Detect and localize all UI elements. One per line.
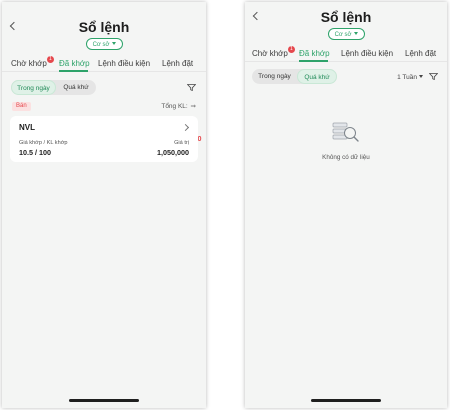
empty-data-icon bbox=[332, 122, 359, 142]
filter-today[interactable]: Trong ngày bbox=[11, 80, 56, 95]
tab-conditional[interactable]: Lệnh điều kiện bbox=[341, 49, 393, 58]
tab-placed[interactable]: Lệnh đặt bbox=[162, 59, 193, 68]
chevron-down-icon bbox=[354, 32, 359, 35]
active-tab-indicator bbox=[299, 60, 328, 62]
filter-past[interactable]: Quá khứ bbox=[56, 80, 96, 95]
market-label: Cơ sở bbox=[334, 32, 352, 38]
order-card[interactable]: NVL Giá khớp / KL khớp Giá trị 10.5 / 10… bbox=[10, 116, 198, 162]
tab-label: Đã khớp bbox=[299, 49, 330, 58]
count-badge: 1 bbox=[287, 46, 295, 53]
order-book-screen-today: Sổ lệnh Cơ sở Chờ khớp 1 Đã khớp Lệnh đi… bbox=[2, 2, 206, 408]
period-toggle: Trong ngày Quá khứ bbox=[11, 80, 96, 95]
value-label: Giá trị bbox=[174, 140, 189, 146]
arrow-right-icon: ⇒ bbox=[190, 103, 196, 110]
home-indicator bbox=[69, 399, 139, 402]
order-book-screen-past: Sổ lệnh Cơ sở Chờ khớp 1 Đã khớp Lệnh đi… bbox=[245, 2, 447, 408]
period-toggle: Trong ngày Quá khứ bbox=[252, 69, 337, 84]
empty-message: Không có dữ liệu bbox=[322, 154, 370, 161]
chevron-down-icon bbox=[112, 42, 117, 45]
page-title: Sổ lệnh bbox=[78, 19, 130, 35]
order-symbol: NVL bbox=[19, 123, 35, 132]
header: Sổ lệnh Cơ sở bbox=[2, 2, 206, 54]
chevron-down-icon bbox=[419, 75, 423, 78]
filter-icon[interactable] bbox=[187, 84, 196, 91]
filter-icon[interactable] bbox=[429, 73, 438, 80]
tab-matched[interactable]: Đã khớp bbox=[59, 59, 90, 68]
sell-badge: Bán bbox=[12, 102, 31, 111]
market-selector[interactable]: Cơ sở bbox=[86, 38, 123, 50]
tab-label: Đã khớp bbox=[59, 59, 90, 68]
empty-state: Không có dữ liệu bbox=[245, 119, 447, 161]
tab-label: Chờ khớp bbox=[252, 49, 288, 58]
tab-label: Lệnh điều kiện bbox=[98, 59, 151, 68]
tab-label: Lệnh đặt bbox=[162, 59, 194, 68]
market-label: Cơ sở bbox=[92, 42, 110, 48]
tab-bar: Chờ khớp 1 Đã khớp Lệnh điều kiện Lệnh đ… bbox=[2, 55, 206, 72]
tab-label: Lệnh điều kiện bbox=[341, 49, 394, 58]
match-price-volume-value: 10.5 / 100 bbox=[19, 148, 51, 157]
tab-label: Lệnh đặt bbox=[405, 49, 437, 58]
match-price-volume-label: Giá khớp / KL khớp bbox=[19, 140, 68, 146]
order-value: 1,050,000 bbox=[157, 148, 189, 157]
tab-placed[interactable]: Lệnh đặt bbox=[405, 49, 436, 58]
chevron-right-icon bbox=[181, 123, 190, 132]
market-selector[interactable]: Cơ sở bbox=[328, 28, 365, 40]
filter-today[interactable]: Trong ngày bbox=[252, 69, 297, 84]
tab-pending[interactable]: Chờ khớp 1 bbox=[252, 46, 295, 58]
home-indicator bbox=[311, 399, 381, 402]
screenshot-canvas: Sổ lệnh Cơ sở Chờ khớp 1 Đã khớp Lệnh đi… bbox=[0, 0, 450, 410]
tab-conditional[interactable]: Lệnh điều kiện bbox=[98, 59, 150, 68]
page-title: Sổ lệnh bbox=[320, 9, 372, 25]
period-selector[interactable]: 1 Tuần bbox=[397, 74, 423, 81]
active-tab-indicator bbox=[59, 70, 88, 72]
tab-bar: Chờ khớp 1 Đã khớp Lệnh điều kiện Lệnh đ… bbox=[245, 45, 447, 62]
period-label: 1 Tuần bbox=[397, 74, 417, 81]
count-badge: 1 bbox=[46, 56, 54, 63]
filter-past[interactable]: Quá khứ bbox=[297, 69, 337, 84]
tab-pending[interactable]: Chờ khớp 1 bbox=[11, 56, 54, 68]
tab-matched[interactable]: Đã khớp bbox=[299, 49, 330, 58]
tab-label: Chờ khớp bbox=[11, 59, 47, 68]
total-volume: Tổng KL: 100⇒ bbox=[161, 102, 201, 143]
total-label: Tổng KL: bbox=[161, 103, 188, 110]
